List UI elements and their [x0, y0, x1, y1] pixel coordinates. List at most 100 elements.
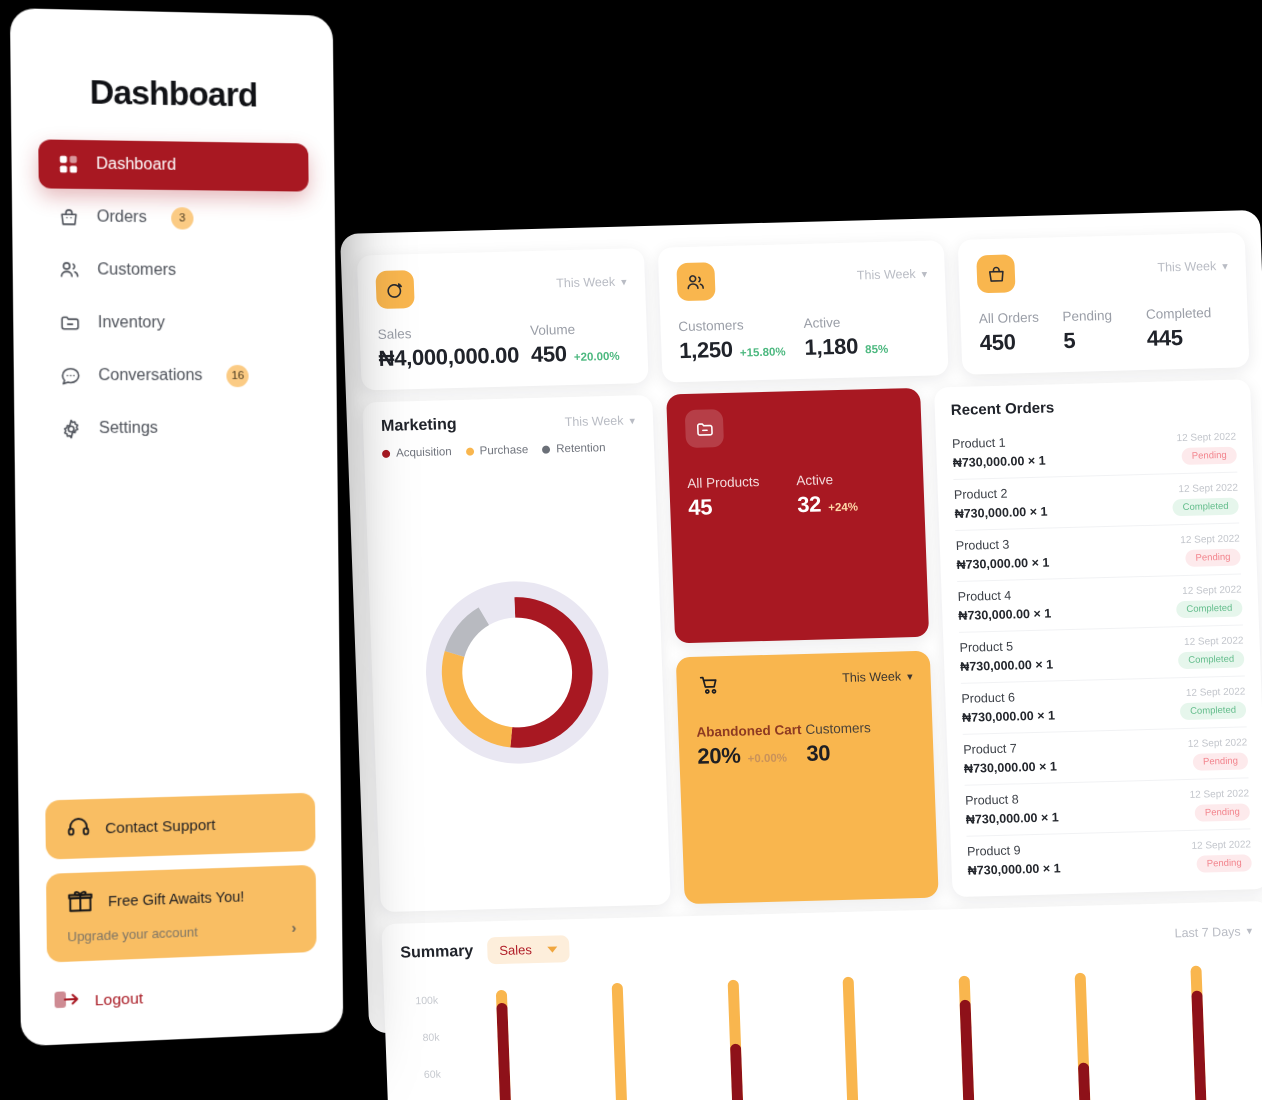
contact-support-label: Contact Support: [105, 816, 216, 837]
status-badge: Pending: [1192, 752, 1249, 771]
folder-minus-icon: [59, 312, 82, 334]
order-row[interactable]: Product 3 12 Sept 2022 ₦730,000.00 × 1 Pend…: [955, 523, 1242, 582]
order-row[interactable]: Product 1 12 Sept 2022 ₦730,000.00 × 1 Pend…: [951, 421, 1238, 481]
chevron-down-icon: ▾: [921, 268, 928, 281]
bag-icon: [58, 206, 81, 229]
metric-sales: Sales ₦4,000,000.00: [377, 323, 531, 372]
cart-period-selector[interactable]: This Week ▾: [842, 669, 913, 685]
metric-volume: Volume 450 +20.00%: [530, 320, 630, 368]
order-row[interactable]: Product 8 12 Sept 2022 ₦730,000.00 × 1 Pend…: [964, 778, 1251, 837]
sidebar-item-label: Dashboard: [96, 155, 177, 174]
order-date: 12 Sept 2022: [1183, 634, 1244, 648]
sidebar-item-settings[interactable]: Settings: [41, 404, 311, 454]
status-badge: Completed: [1177, 650, 1245, 670]
cart-period-label: This Week: [841, 669, 902, 685]
sidebar-item-badge: 3: [170, 207, 194, 230]
folder-minus-icon: [684, 409, 725, 449]
products-card-header: [684, 404, 904, 449]
status-badge: Pending: [1185, 548, 1241, 567]
order-row[interactable]: Product 9 12 Sept 2022 ₦730,000.00 × 1 Pend…: [967, 829, 1253, 886]
metric-label: Customers: [805, 720, 871, 737]
bar-column[interactable]: Sept 15: [1074, 965, 1093, 1100]
customers-period-label: This Week: [856, 266, 916, 283]
summary-header: Summary Sales Last 7 Days ▾: [400, 917, 1253, 966]
metric-all-orders: All Orders 450: [979, 309, 1064, 356]
metric-value: 30: [805, 740, 831, 766]
order-row[interactable]: Product 5 12 Sept 2022 ₦730,000.00 × 1 Comp…: [959, 625, 1245, 684]
metric-label: Customers: [678, 317, 744, 335]
metric-value: 32: [796, 491, 822, 518]
sidebar-item-dashboard[interactable]: Dashboard: [38, 139, 309, 192]
orders-period-selector[interactable]: This Week ▾: [1157, 259, 1228, 275]
metric-active-products: Active 32 +24%: [796, 470, 907, 518]
bar-sales: [959, 999, 977, 1100]
all-orders-card-header: This Week ▾: [976, 249, 1229, 294]
logout-label: Logout: [94, 989, 144, 1009]
summary-metric-select[interactable]: Sales: [486, 935, 571, 965]
all-orders-card: This Week ▾ All Orders 450 Pending 5 Com…: [957, 232, 1250, 375]
order-price: ₦730,000.00 × 1: [956, 555, 1050, 572]
metric-label: Abandoned Cart: [696, 722, 802, 740]
metric-delta: +20.00%: [573, 350, 620, 364]
metric-label: All Products: [687, 474, 760, 491]
chevron-down-icon: ▾: [1222, 260, 1229, 273]
sidebar-item-customers[interactable]: Customers: [39, 246, 309, 296]
order-product-name: Product 3: [955, 537, 1010, 553]
pie-chart-icon: [375, 270, 415, 310]
bar-column[interactable]: Sept 10: [496, 980, 515, 1100]
free-gift-card[interactable]: Free Gift Awaits You! Upgrade your accou…: [46, 864, 317, 963]
sidebar-nav[interactable]: Dashboard Orders 3 Customers Inventory Conver…: [38, 139, 311, 453]
summary-period-selector[interactable]: Last 7 Days ▾: [1174, 924, 1252, 940]
order-row[interactable]: Product 2 12 Sept 2022 ₦730,000.00 × 1 Comp…: [953, 472, 1240, 531]
customers-card-header: This Week ▾: [675, 257, 928, 302]
order-price: ₦730,000.00 × 1: [965, 809, 1059, 827]
free-gift-upgrade-row[interactable]: Upgrade your account ›: [67, 920, 296, 946]
orders-period-label: This Week: [1157, 259, 1217, 275]
bar-sales: [729, 1043, 746, 1100]
products-metrics: All Products 45 Active 32 +24%: [687, 470, 907, 521]
logout-button[interactable]: Logout: [47, 978, 317, 1017]
sidebar-item-label: Customers: [97, 261, 177, 280]
bar-column[interactable]: Sept 14: [958, 968, 977, 1100]
order-row[interactable]: Product 6 12 Sept 2022 ₦730,000.00 × 1 Comp…: [960, 676, 1247, 735]
legend-dot: [381, 449, 391, 458]
order-date: 12 Sept 2022: [1189, 787, 1250, 801]
metric-label: Volume: [529, 321, 576, 339]
cart-card-header: This Week ▾: [694, 665, 913, 701]
customers-period-selector[interactable]: This Week ▾: [857, 267, 928, 283]
sales-period-selector[interactable]: This Week ▾: [556, 275, 627, 291]
top-stats-row: This Week ▾ Sales ₦4,000,000.00 Volume 4…: [356, 232, 1250, 391]
order-product-name: Product 2: [953, 486, 1008, 502]
sidebar-item-orders[interactable]: Orders 3: [39, 192, 309, 243]
order-price: ₦730,000.00 × 1: [963, 758, 1058, 776]
middle-row: Marketing This Week ▾ Acquisition Purcha…: [362, 379, 1262, 913]
metric-delta: +15.80%: [739, 346, 786, 360]
metric-label: Completed: [1145, 305, 1212, 322]
summary-select-value: Sales: [499, 942, 533, 959]
chevron-down-icon: ▾: [629, 414, 636, 427]
marketing-card: Marketing This Week ▾ Acquisition Purcha…: [362, 394, 671, 913]
order-row[interactable]: Product 7 12 Sept 2022 ₦730,000.00 × 1 Pend…: [962, 727, 1249, 786]
marketing-period-selector[interactable]: This Week ▾: [564, 413, 636, 430]
bar-column[interactable]: Sept 12: [727, 974, 746, 1100]
metric-value: 20%: [696, 742, 741, 769]
order-date: 12 Sept 2022: [1187, 736, 1248, 750]
sales-metrics: Sales ₦4,000,000.00 Volume 450 +20.00%: [377, 320, 629, 372]
metric-pending-orders: Pending 5: [1062, 307, 1147, 354]
users-icon: [58, 259, 81, 282]
bar-sales: [1190, 990, 1209, 1100]
order-product-name: Product 8: [964, 792, 1019, 808]
summary-period-label: Last 7 Days: [1174, 924, 1241, 940]
status-badge: Pending: [1194, 803, 1251, 822]
order-date: 12 Sept 2022: [1181, 584, 1242, 597]
contact-support-button[interactable]: Contact Support: [45, 792, 316, 860]
sidebar-item-inventory[interactable]: Inventory: [40, 299, 310, 348]
recent-orders-list[interactable]: Product 1 12 Sept 2022 ₦730,000.00 × 1 Pend…: [951, 421, 1253, 887]
bar-column[interactable]: Sept 16: [1189, 962, 1209, 1100]
abandoned-cart-card: This Week ▾ Abandoned Cart 20% +0.00% Cu…: [675, 650, 939, 905]
sidebar-item-conversations[interactable]: Conversations 16: [40, 352, 310, 401]
bag-icon: [976, 254, 1016, 294]
bar-column[interactable]: Sept 11: [611, 977, 630, 1100]
order-row[interactable]: Product 4 12 Sept 2022 ₦730,000.00 × 1 Comp…: [957, 574, 1243, 633]
bar-column[interactable]: Sept 13: [843, 971, 862, 1100]
